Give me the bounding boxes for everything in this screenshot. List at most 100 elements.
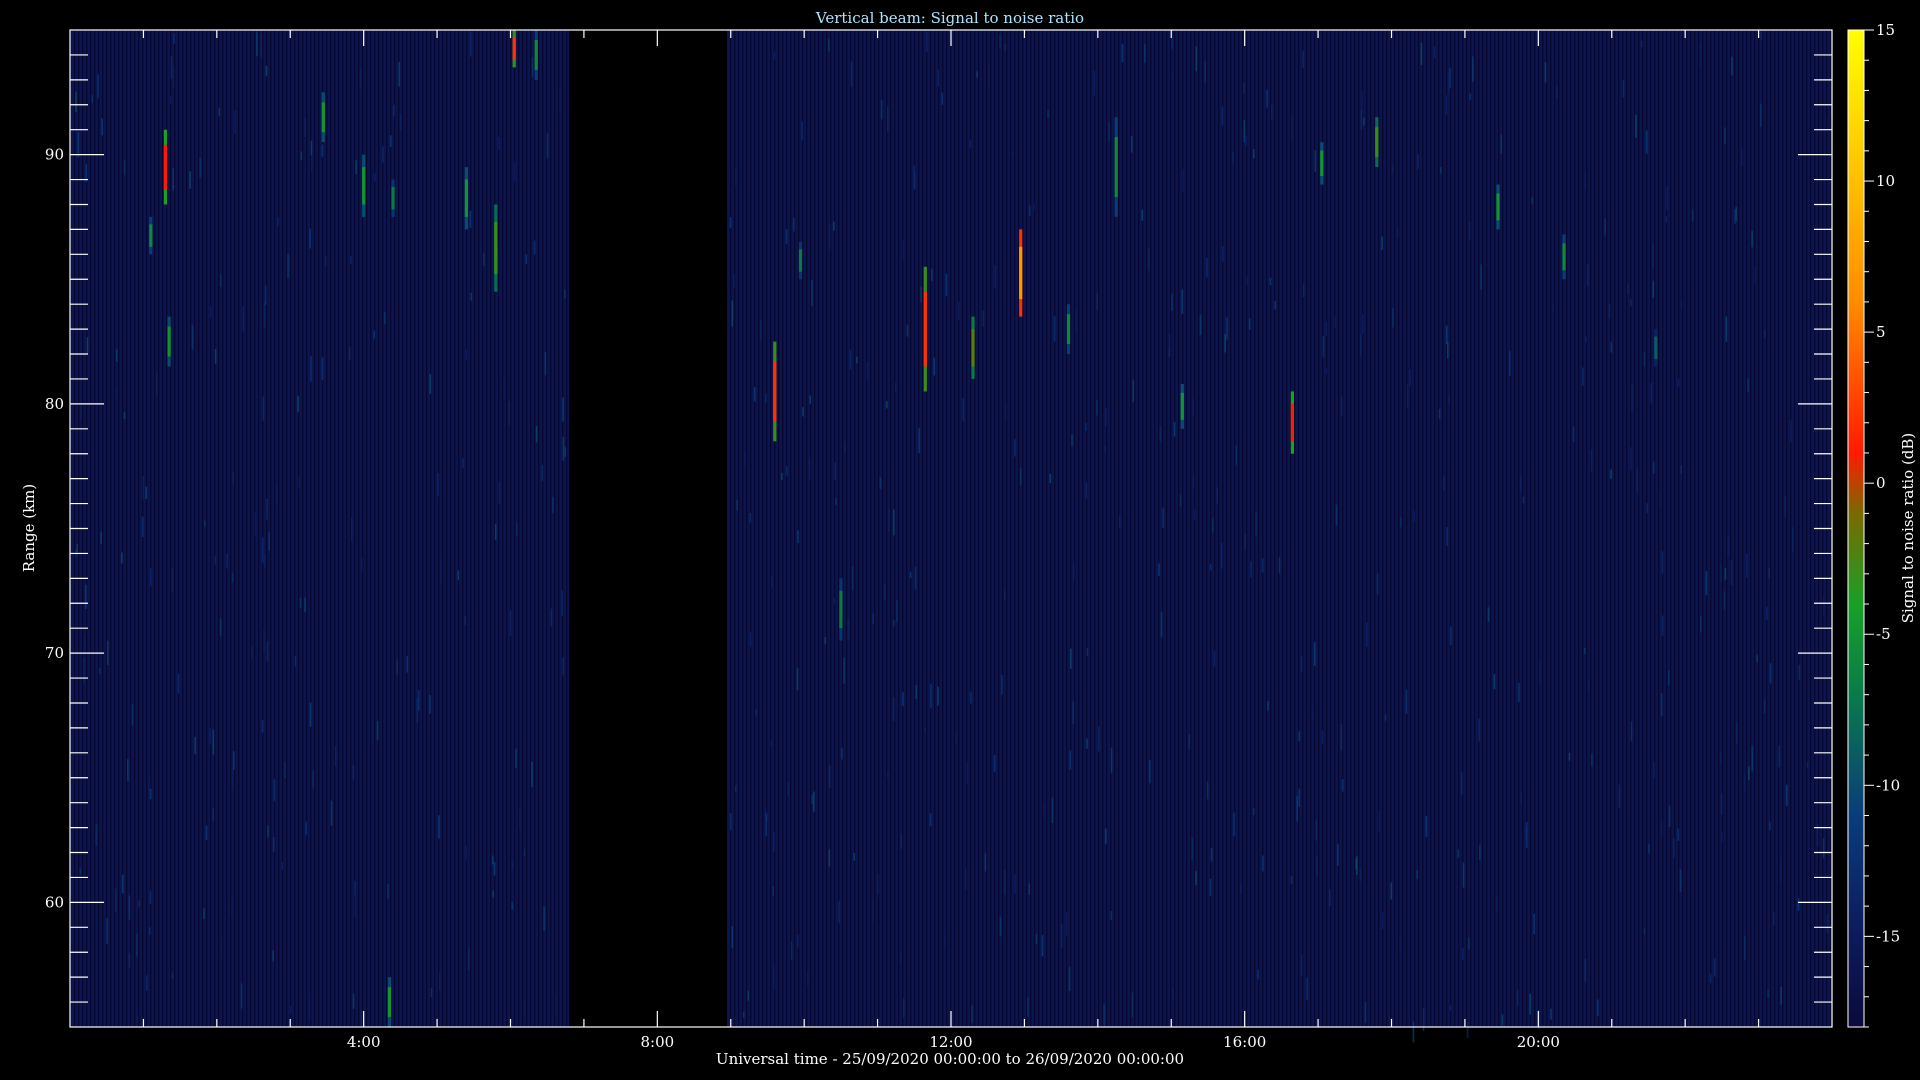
noise-speckle (1262, 855, 1264, 872)
noise-speckle (1240, 883, 1242, 894)
noise-speckle (1274, 300, 1276, 310)
noise-speckle (785, 229, 788, 245)
noise-speckle (256, 31, 258, 56)
noise-speckle (773, 51, 776, 60)
noise-column-stripe (858, 30, 860, 1027)
noise-speckle (273, 779, 276, 802)
noise-column-stripe (1154, 30, 1156, 1027)
x-tick-label: 12:00 (929, 1033, 972, 1051)
echo-mark (1066, 314, 1071, 344)
noise-speckle (1417, 154, 1419, 169)
echo-mark (362, 167, 366, 205)
noise-speckle (1720, 793, 1723, 815)
noise-speckle (731, 926, 733, 948)
noise-column-stripe (1578, 30, 1580, 1027)
noise-column-stripe (1062, 30, 1064, 1027)
noise-speckle (1316, 855, 1318, 876)
noise-speckle (75, 91, 77, 113)
noise-speckle (1630, 447, 1632, 471)
noise-speckle (1645, 130, 1648, 154)
noise-column-stripe (1546, 30, 1548, 1027)
noise-speckle (941, 92, 944, 105)
noise-column-stripe (442, 30, 444, 1027)
noise-column-stripe (1594, 30, 1596, 1027)
noise-column-stripe (1238, 30, 1240, 1027)
noise-speckle (770, 740, 773, 747)
noise-speckle (1792, 527, 1794, 553)
noise-speckle (1735, 207, 1737, 222)
noise-column-stripe (170, 30, 172, 1027)
noise-column-stripe (1646, 30, 1648, 1027)
noise-speckle (733, 274, 735, 288)
noise-speckle (1325, 368, 1327, 375)
noise-speckle (828, 223, 831, 250)
echo-mark (163, 144, 167, 190)
noise-speckle (1660, 821, 1663, 837)
noise-speckle (429, 374, 432, 394)
noise-column-stripe (1690, 30, 1692, 1027)
noise-column-stripe (1806, 30, 1808, 1027)
noise-speckle (1525, 827, 1528, 840)
noise-speckle (493, 862, 496, 876)
noise-speckle (888, 509, 890, 532)
noise-speckle (729, 813, 732, 831)
noise-column-stripe (818, 30, 820, 1027)
noise-column-stripe (1030, 30, 1032, 1027)
noise-column-stripe (1794, 30, 1796, 1027)
noise-speckle (465, 845, 467, 861)
noise-speckle (1334, 316, 1336, 328)
noise-speckle (1466, 1022, 1469, 1039)
noise-column-stripe (1638, 30, 1640, 1027)
noise-speckle (83, 658, 85, 684)
plot-area (70, 30, 1833, 1043)
noise-speckle (389, 135, 392, 147)
noise-column-stripe (1762, 30, 1764, 1027)
y-tick-label: 70 (45, 644, 64, 662)
noise-speckle (309, 228, 311, 249)
noise-column-stripe (1670, 30, 1672, 1027)
noise-speckle (809, 395, 811, 404)
noise-column-stripe (186, 30, 188, 1027)
noise-speckle (1072, 701, 1075, 725)
noise-speckle (1144, 44, 1146, 63)
noise-column-stripe (838, 30, 840, 1027)
noise-column-stripe (1662, 30, 1664, 1027)
noise-speckle (834, 462, 836, 481)
noise-speckle (199, 158, 201, 178)
noise-speckle (1773, 911, 1775, 925)
noise-column-stripe (1518, 30, 1520, 1027)
noise-speckle (1668, 670, 1670, 685)
colorbar-tick-label: 5 (1876, 323, 1886, 341)
noise-column-stripe (118, 30, 120, 1027)
noise-column-stripe (790, 30, 792, 1027)
noise-speckle (1051, 797, 1054, 823)
noise-speckle (1306, 977, 1308, 1001)
noise-column-stripe (1606, 30, 1608, 1027)
noise-column-stripe (502, 30, 504, 1027)
noise-column-stripe (1210, 30, 1212, 1027)
noise-column-stripe (950, 30, 952, 1027)
noise-speckle (1108, 121, 1110, 142)
noise-column-stripe (1034, 30, 1036, 1027)
noise-column-stripe (1258, 30, 1260, 1027)
noise-speckle (1622, 79, 1625, 98)
noise-speckle (955, 732, 957, 744)
noise-speckle (562, 397, 564, 422)
noise-column-stripe (1026, 30, 1028, 1027)
noise-speckle (263, 629, 265, 652)
noise-speckle (304, 118, 306, 137)
noise-column-stripe (310, 30, 312, 1027)
noise-column-stripe (970, 30, 972, 1027)
noise-speckle (1610, 341, 1613, 353)
noise-column-stripe (210, 30, 212, 1027)
noise-speckle (491, 855, 494, 865)
noise-column-stripe (102, 30, 104, 1027)
noise-speckle (212, 808, 215, 822)
noise-speckle (396, 659, 399, 676)
noise-column-stripe (926, 30, 928, 1027)
colorbar-tick-label: -15 (1876, 927, 1900, 945)
noise-speckle (877, 874, 879, 895)
noise-speckle (1193, 509, 1196, 520)
data-gap (569, 30, 728, 1027)
noise-speckle (1520, 792, 1523, 804)
